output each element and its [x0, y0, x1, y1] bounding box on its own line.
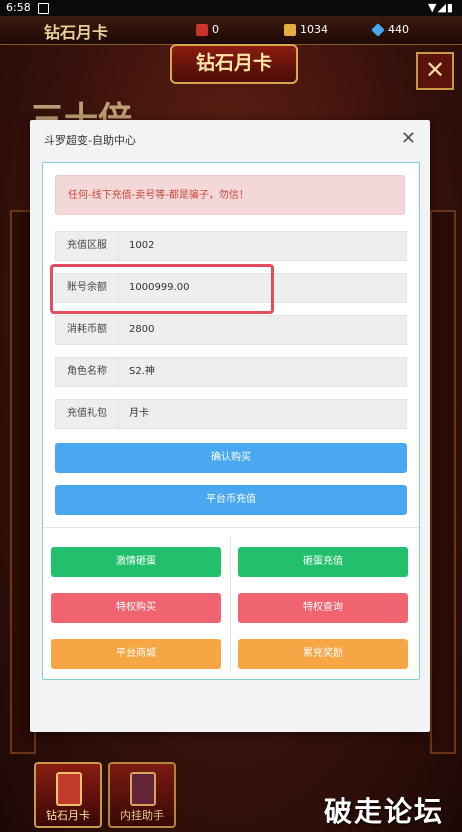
field-label: 消耗币额	[55, 315, 119, 345]
shield-icon	[130, 772, 156, 806]
cumulative-reward-button[interactable]: 累充奖励	[238, 639, 408, 669]
status-time: 6:58	[6, 1, 31, 14]
cost-field[interactable]: 2800	[119, 315, 407, 345]
privilege-purchase-button[interactable]: 特权购买	[51, 593, 221, 623]
platform-mall-button[interactable]: 平台商城	[51, 639, 221, 669]
game-top-bar: 钻石月卡 0 1034 440	[0, 16, 462, 45]
close-icon[interactable]: ✕	[401, 128, 416, 149]
privilege-query-button[interactable]: 特权查询	[238, 593, 408, 623]
dialog-panel: 任何-线下充值-卖号等-都是骗子，勿信！ 充值区服 1002 账号余额 1000…	[42, 162, 420, 680]
field-label: 充值区服	[55, 231, 119, 261]
game-close-button[interactable]: ✕	[416, 52, 454, 90]
divider	[43, 527, 419, 528]
gold-ingot-icon	[284, 24, 296, 36]
confirm-purchase-button[interactable]: 确认购买	[55, 443, 407, 473]
notification-icon	[38, 3, 49, 14]
smash-egg-button[interactable]: 激情砸蛋	[51, 547, 221, 577]
server-field[interactable]: 1002	[119, 231, 407, 261]
card-icon	[56, 772, 82, 806]
field-role: 角色名称 S2.神	[55, 357, 407, 387]
diamond-icon	[371, 23, 385, 37]
system-icons: ▼◢▮	[428, 1, 454, 14]
package-field[interactable]: 月卡	[119, 399, 407, 429]
egg-recharge-button[interactable]: 砸蛋充值	[238, 547, 408, 577]
tab-plugin-assistant[interactable]: 内挂助手	[108, 762, 176, 828]
field-label: 充值礼包	[55, 399, 119, 429]
forum-watermark: 破走论坛	[323, 795, 444, 828]
right-frame	[430, 210, 456, 754]
z-coin-resource: 0	[196, 20, 219, 40]
z-coin-icon	[196, 24, 208, 36]
field-package: 充值礼包 月卡	[55, 399, 407, 429]
diamond-resource: 440	[371, 20, 409, 40]
field-server: 充值区服 1002	[55, 231, 407, 261]
field-cost: 消耗币额 2800	[55, 315, 407, 345]
tab-diamond-card[interactable]: 钻石月卡	[34, 762, 102, 828]
game-banner-title: 钻石月卡	[170, 44, 298, 84]
field-label: 角色名称	[55, 357, 119, 387]
role-name-field[interactable]: S2.神	[119, 357, 407, 387]
vertical-divider	[230, 537, 231, 671]
status-bar: 6:58 ▼◢▮	[0, 0, 462, 16]
self-service-dialog: 斗罗超变-自助中心 ✕ 任何-线下充值-卖号等-都是骗子，勿信！ 充值区服 10…	[30, 120, 430, 732]
warning-alert: 任何-线下充值-卖号等-都是骗子，勿信！	[55, 175, 405, 215]
dialog-title: 斗罗超变-自助中心	[44, 134, 136, 147]
game-title: 钻石月卡	[44, 23, 109, 42]
balance-highlight-box	[50, 264, 274, 314]
platform-recharge-button[interactable]: 平台币充值	[55, 485, 407, 515]
gold-resource: 1034	[284, 20, 328, 40]
